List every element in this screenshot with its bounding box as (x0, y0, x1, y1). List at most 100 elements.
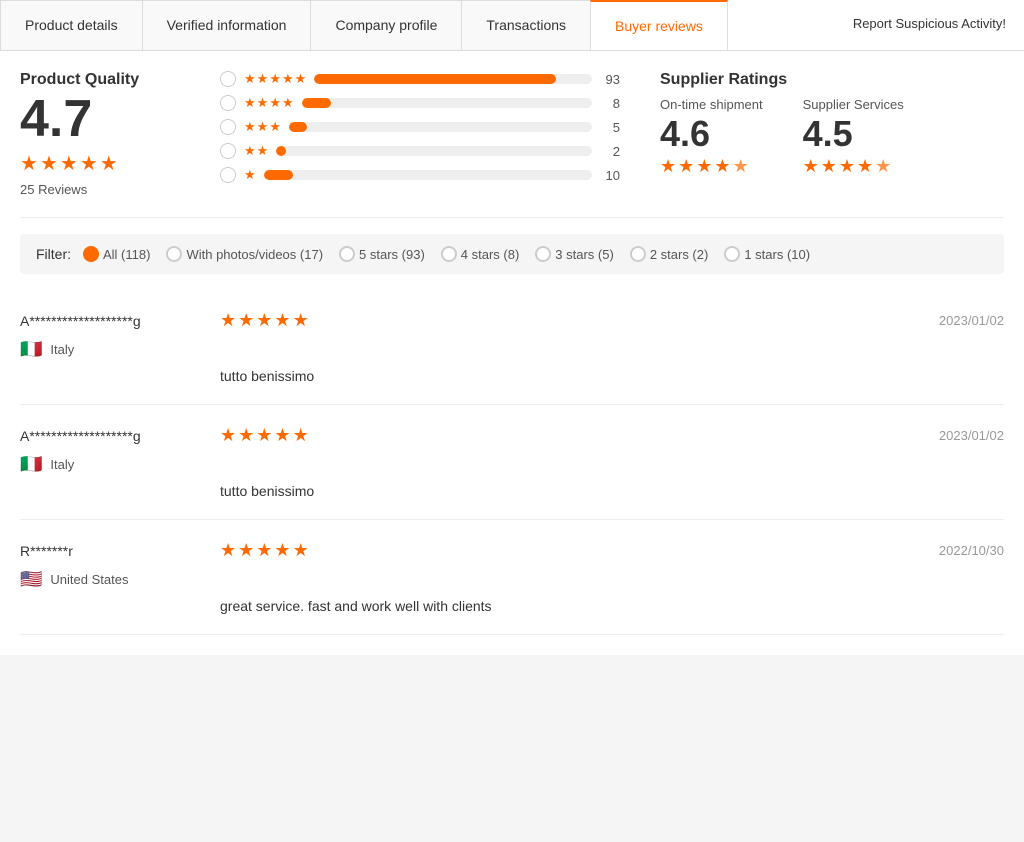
filter-option-2stars[interactable]: 2 stars (2) (630, 246, 709, 262)
review-header-0: A*******************g★★★★★2023/01/02 (20, 310, 1004, 331)
review-item-1: A*******************g★★★★★ 2023/01/02 🇮🇹 It… (20, 405, 1004, 520)
review-header-2: R*******r★★★★★2022/10/30 (20, 540, 1004, 561)
r-star-2-4: ★ (293, 540, 309, 561)
reviewer-name-2: R*******r (20, 543, 200, 559)
country-flag-2: 🇺🇸 (20, 569, 42, 590)
bar-fill-5 (314, 74, 556, 84)
supplier-grid: On-time shipment4.6★★★★★Supplier Service… (660, 97, 960, 177)
r-star-1-0: ★ (220, 425, 236, 446)
bar-track-4 (302, 98, 592, 108)
r-star-2-3: ★ (274, 540, 290, 561)
bar-row-1[interactable]: ★10 (220, 167, 620, 183)
supplier-score-1: 4.5 (803, 116, 904, 152)
star-3: ★ (60, 151, 78, 176)
bar-count-3: 5 (600, 120, 620, 135)
radio-5stars[interactable] (339, 246, 355, 262)
rating-bars-block: ★★★★★93 ★★★★8 ★★★ 5 ★★2 ★10 (220, 71, 620, 197)
r-star-2-0: ★ (220, 540, 236, 561)
bar-track-2 (276, 146, 592, 156)
r-star-0-1: ★ (238, 310, 254, 331)
filter-option-3stars[interactable]: 3 stars (5) (535, 246, 614, 262)
tab-verified-information[interactable]: Verified information (142, 0, 312, 50)
filter-label-photos: With photos/videos (17) (186, 247, 323, 262)
sup-star-0-2: ★ (696, 156, 712, 177)
review-spacer-2 (20, 598, 200, 614)
filter-label-1stars: 1 stars (10) (744, 247, 810, 262)
r-star-1-1: ★ (238, 425, 254, 446)
radio-3stars[interactable] (535, 246, 551, 262)
r-star-1-2: ★ (256, 425, 272, 446)
filter-label: Filter: (36, 246, 71, 262)
review-item-0: A*******************g★★★★★2023/01/02🇮🇹It… (20, 290, 1004, 405)
r-star-0-4: ★ (293, 310, 309, 331)
review-spacer-1 (20, 483, 200, 499)
supplier-stars-0: ★★★★★ (660, 156, 763, 177)
tab-transactions[interactable]: Transactions (461, 0, 591, 50)
filter-option-4stars[interactable]: 4 stars (8) (441, 246, 520, 262)
filter-bar: Filter: All (118) With photos/videos (17)… (20, 234, 1004, 274)
bar-checkbox-1[interactable] (220, 167, 236, 183)
review-content-1: tutto benissimo (20, 483, 1004, 499)
sup-star-0-4: ★ (733, 156, 749, 177)
filter-option-1stars[interactable]: 1 stars (10) (724, 246, 810, 262)
bar-count-4: 8 (600, 96, 620, 111)
reviewer-info-1: A*******************g★★★★★ (20, 425, 309, 446)
r-star-0-2: ★ (256, 310, 272, 331)
bar-stars-3: ★★★ (244, 119, 281, 135)
sup-star-0-1: ★ (678, 156, 694, 177)
country-flag-1: 🇮🇹 (20, 454, 42, 475)
tab-product-details[interactable]: Product details (0, 0, 143, 50)
review-text-2: great service. fast and work well with c… (220, 598, 492, 614)
radio-photos[interactable] (166, 246, 182, 262)
review-stars-2: ★★★★★ (220, 540, 309, 561)
bar-row-5[interactable]: ★★★★★93 (220, 71, 620, 87)
page-container: Product details Verified information Com… (0, 0, 1024, 655)
bar-fill-3 (289, 122, 307, 132)
bar-count-5: 93 (600, 72, 620, 87)
radio-1stars[interactable] (724, 246, 740, 262)
country-name-1: Italy (50, 457, 74, 472)
review-stars-1: ★★★★★ (220, 425, 309, 446)
bar-row-4[interactable]: ★★★★8 (220, 95, 620, 111)
tab-buyer-reviews[interactable]: Buyer reviews (590, 0, 728, 50)
review-header-1: A*******************g★★★★★ 2023/01/02 (20, 425, 1004, 446)
radio-all[interactable] (83, 246, 99, 262)
radio-4stars[interactable] (441, 246, 457, 262)
filter-option-photos[interactable]: With photos/videos (17) (166, 246, 323, 262)
tab-company-profile[interactable]: Company profile (310, 0, 462, 50)
bar-checkbox-4[interactable] (220, 95, 236, 111)
sup-star-1-0: ★ (803, 156, 819, 177)
r-star-2-1: ★ (238, 540, 254, 561)
filter-option-5stars[interactable]: 5 stars (93) (339, 246, 425, 262)
filter-label-4stars: 4 stars (8) (461, 247, 520, 262)
supplier-stars-1: ★★★★★ (803, 156, 904, 177)
bar-row-2[interactable]: ★★2 (220, 143, 620, 159)
radio-2stars[interactable] (630, 246, 646, 262)
review-date-1: 2023/01/02 (939, 428, 1004, 443)
country-name-2: United States (50, 572, 128, 587)
review-stars-0: ★★★★★ (220, 310, 309, 331)
star-2: ★ (40, 151, 58, 176)
reviews-count: 25 Reviews (20, 182, 180, 197)
bar-row-3[interactable]: ★★★ 5 (220, 119, 620, 135)
review-text-0: tutto benissimo (220, 368, 314, 384)
sup-star-1-4: ★ (875, 156, 891, 177)
product-quality-stars: ★ ★ ★ ★ ★ (20, 151, 180, 176)
sup-star-1-1: ★ (821, 156, 837, 177)
bar-checkbox-5[interactable] (220, 71, 236, 87)
bar-track-5 (314, 74, 592, 84)
bar-fill-2 (276, 146, 285, 156)
filter-label-3stars: 3 stars (5) (555, 247, 614, 262)
star-1: ★ (20, 151, 38, 176)
bar-track-3 (289, 122, 592, 132)
reviewer-name-0: A*******************g (20, 313, 200, 329)
filter-option-all[interactable]: All (118) (83, 246, 150, 262)
report-suspicious-button[interactable]: Report Suspicious Activity! (835, 0, 1024, 50)
bar-checkbox-2[interactable] (220, 143, 236, 159)
bar-count-2: 2 (600, 144, 620, 159)
product-quality-title: Product Quality (20, 71, 180, 89)
supplier-item-1: Supplier Services4.5★★★★★ (803, 97, 904, 177)
bar-checkbox-3[interactable] (220, 119, 236, 135)
r-star-1-3: ★ (274, 425, 290, 446)
reviewer-country-2: 🇺🇸 United States (20, 569, 1004, 590)
